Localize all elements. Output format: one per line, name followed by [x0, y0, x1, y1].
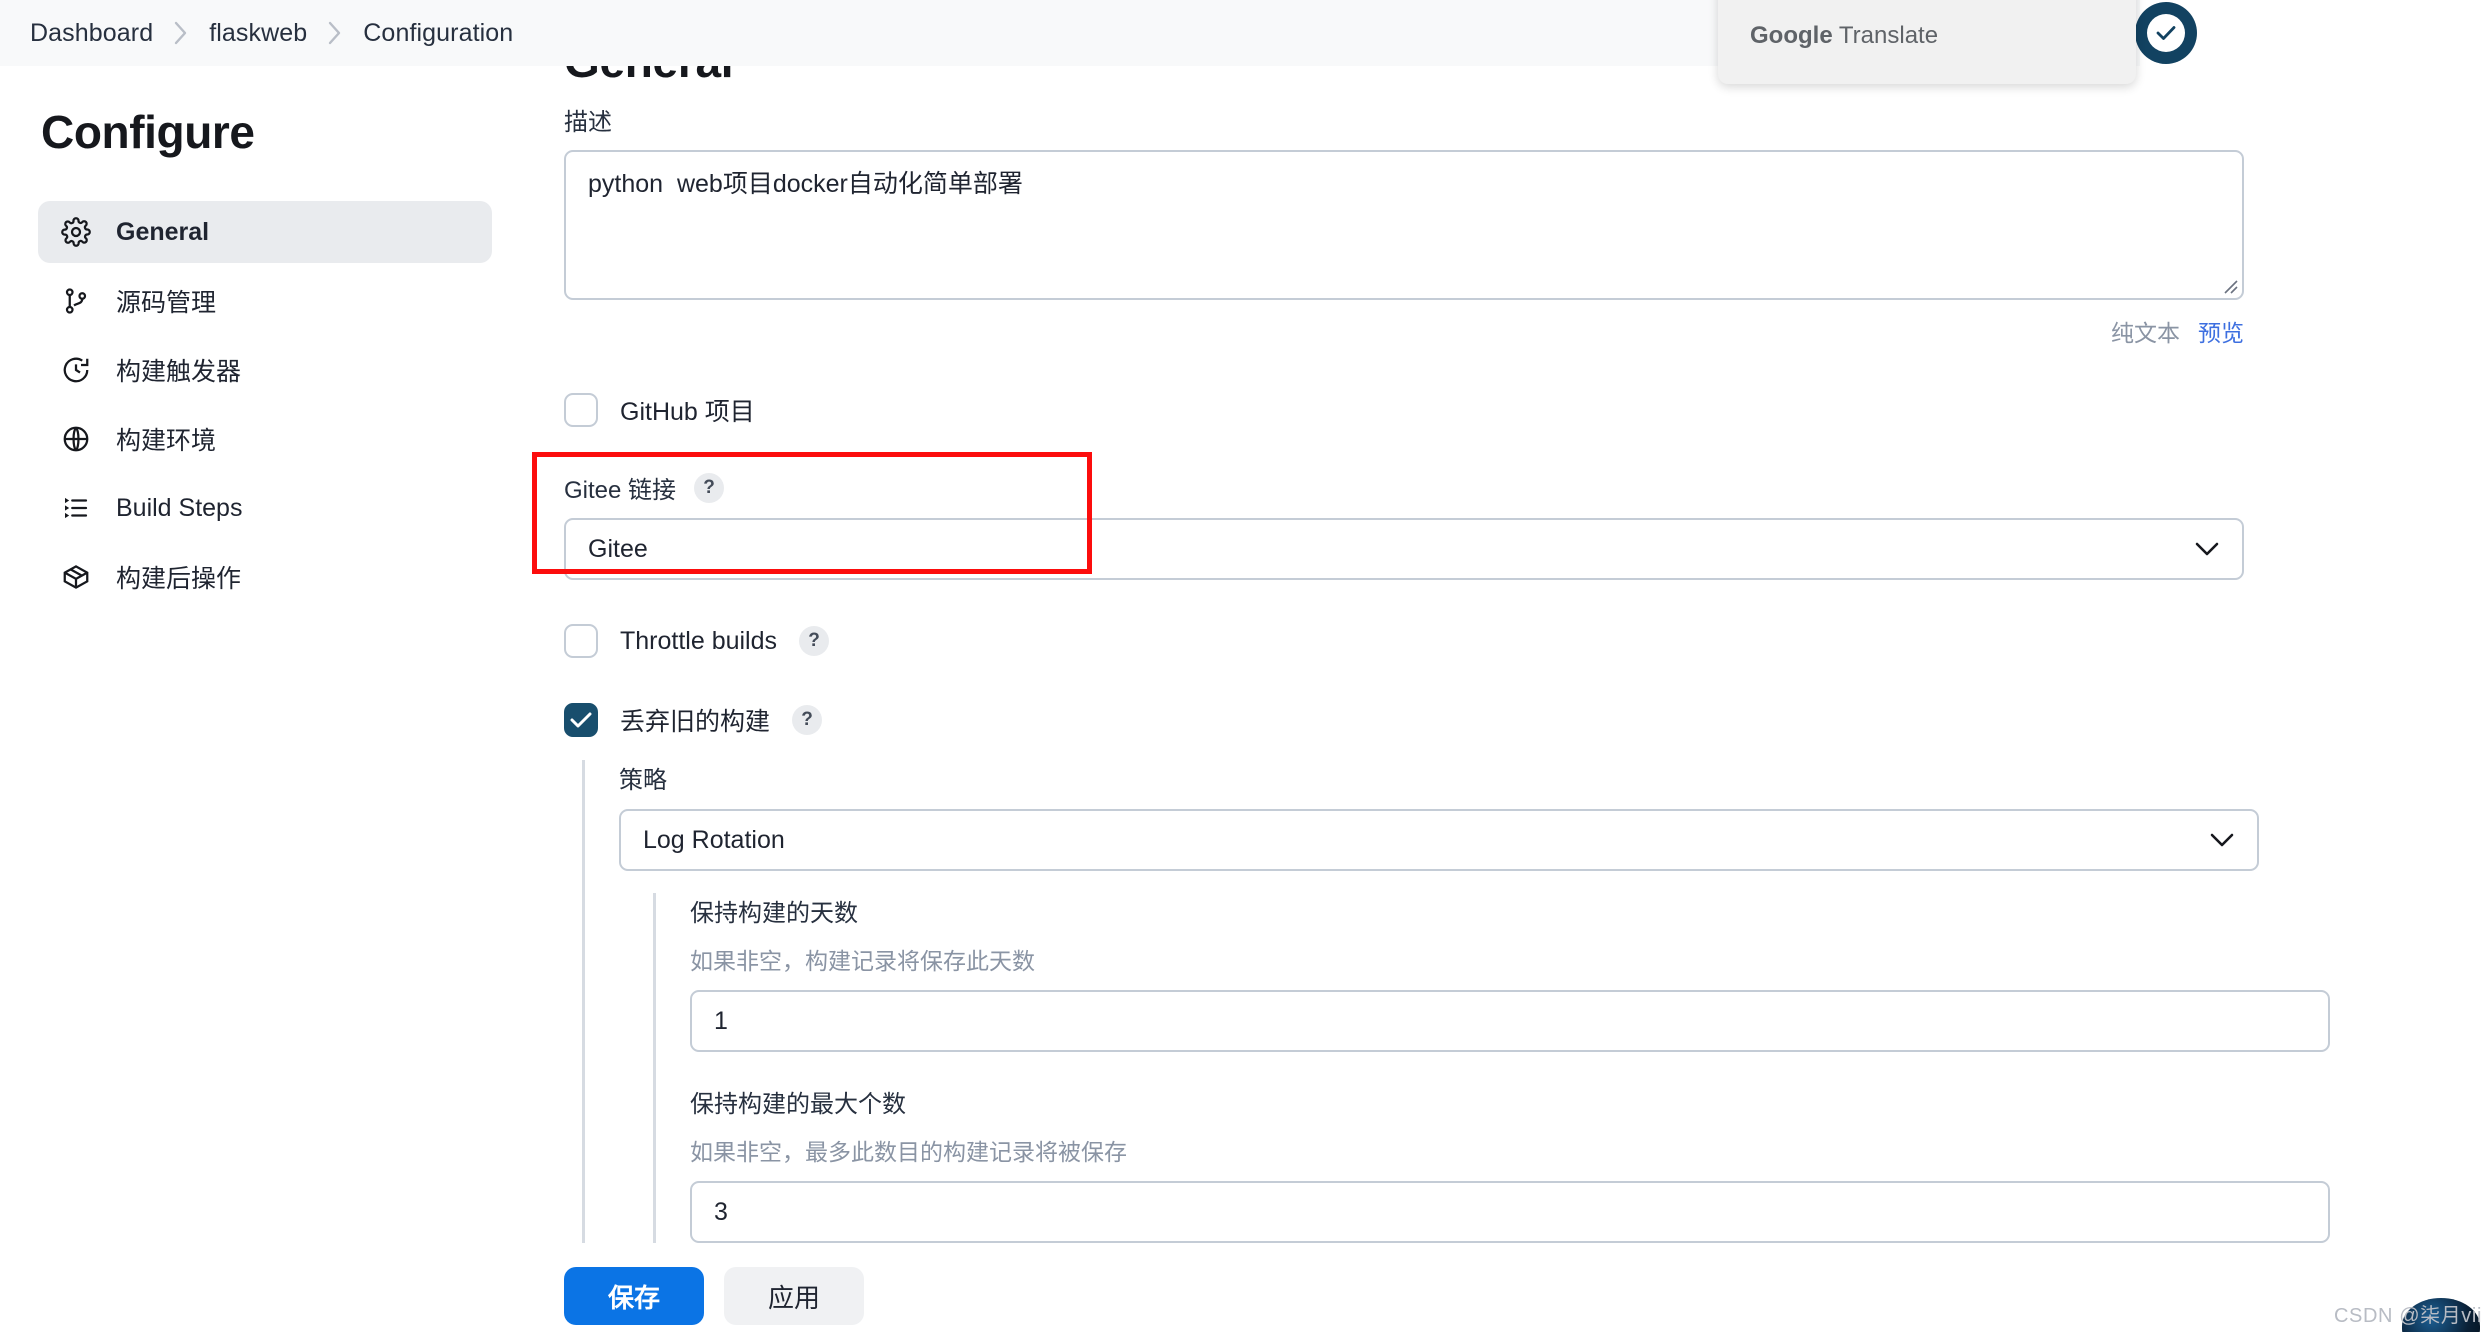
sidebar-item-label: 构建触发器: [116, 358, 242, 386]
discard-old-builds-checkbox[interactable]: [564, 703, 598, 737]
description-field: 描述 纯文本 预览: [564, 102, 2340, 348]
strategy-select[interactable]: Log Rotation: [619, 809, 2259, 871]
sidebar-item-build-steps[interactable]: Build Steps: [38, 477, 492, 539]
preview-link[interactable]: 预览: [2198, 314, 2244, 348]
log-rotation-options: 保持构建的天数 如果非空，构建记录将保存此天数 保持构建的最大个数 如果非空，最…: [653, 893, 2340, 1243]
sidebar-item-build-triggers[interactable]: 构建触发器: [38, 339, 492, 401]
description-textarea-wrapper: [564, 150, 2244, 300]
description-mode-links: 纯文本 预览: [564, 314, 2244, 348]
description-label: 描述: [564, 109, 612, 136]
help-icon[interactable]: ?: [694, 472, 725, 503]
branch-icon: [60, 285, 92, 317]
sidebar-item-general[interactable]: General: [38, 201, 492, 263]
breadcrumb-item-dashboard[interactable]: Dashboard: [30, 19, 153, 48]
page-title: Configure: [41, 106, 255, 158]
google-brand-text: Google: [1750, 22, 1833, 49]
plain-text-label: 纯文本: [2111, 320, 2180, 346]
gitee-link-select[interactable]: Gitee: [564, 518, 2244, 580]
help-icon[interactable]: ?: [792, 705, 823, 735]
max-builds-to-keep-input[interactable]: [690, 1181, 2330, 1243]
list-icon: [60, 492, 92, 524]
github-project-row[interactable]: GitHub 项目: [564, 392, 2340, 428]
google-translate-popup[interactable]: Google Translate: [1718, 0, 2136, 84]
sidebar-item-build-environment[interactable]: 构建环境: [38, 408, 492, 470]
discard-old-builds-label: 丢弃旧的构建: [620, 708, 771, 736]
sidebar-item-label: Build Steps: [116, 493, 243, 522]
strategy-selected-value: Log Rotation: [643, 825, 785, 854]
days-to-keep-label: 保持构建的天数: [690, 900, 858, 927]
sidebar-item-source-code-management[interactable]: 源码管理: [38, 270, 492, 332]
sidebar: Configure General 源码管理 构建触发器 构建环境 Build …: [0, 66, 530, 615]
chevron-right-icon: [327, 20, 343, 46]
days-to-keep-help: 如果非空，构建记录将保存此天数: [690, 948, 1035, 974]
breadcrumb-item-configuration[interactable]: Configuration: [363, 19, 513, 48]
sidebar-item-label: 构建环境: [116, 427, 217, 455]
gitee-link-label: Gitee 链接: [564, 477, 677, 504]
google-translate-label: Google Translate: [1718, 0, 2136, 50]
throttle-builds-label: Throttle builds: [620, 626, 778, 655]
sidebar-item-label: 构建后操作: [116, 565, 242, 593]
clock-icon: [60, 354, 92, 386]
chevron-down-icon: [2194, 541, 2220, 557]
gitee-link-label-row: Gitee 链接 ?: [564, 470, 2340, 505]
package-icon: [60, 561, 92, 593]
sidebar-item-post-build-actions[interactable]: 构建后操作: [38, 546, 492, 608]
github-project-label: GitHub 项目: [620, 398, 755, 426]
github-project-checkbox[interactable]: [564, 393, 598, 427]
throttle-builds-row[interactable]: Throttle builds ?: [564, 624, 2340, 658]
main-panel: General 描述 纯文本 预览 GitHub 项目 Gitee: [530, 0, 2490, 1332]
max-builds-to-keep-label: 保持构建的最大个数: [690, 1091, 906, 1118]
globe-icon: [60, 423, 92, 455]
breadcrumb-item-flaskweb[interactable]: flaskweb: [209, 19, 307, 48]
days-to-keep-input[interactable]: [690, 990, 2330, 1052]
throttle-builds-checkbox[interactable]: [564, 624, 598, 658]
gitee-link-section: Gitee 链接 ? Gitee: [532, 452, 2340, 580]
apply-button[interactable]: 应用: [724, 1267, 864, 1325]
gitee-link-selected-value: Gitee: [588, 534, 648, 563]
discard-old-builds-body: 策略 Log Rotation 保持构建的天数 如果非空，构建记录将保存此天数 …: [582, 760, 2340, 1243]
chevron-down-icon: [2209, 832, 2235, 848]
action-bar: 保存 应用: [530, 1260, 2490, 1332]
watermark-text: CSDN @柒月vii: [2333, 1305, 2482, 1327]
sidebar-item-label: 源码管理: [116, 289, 217, 317]
translate-product-text: Translate: [1832, 22, 1939, 49]
strategy-label: 策略: [619, 767, 667, 794]
status-badge[interactable]: [2135, 2, 2197, 64]
help-icon[interactable]: ?: [799, 626, 830, 656]
sidebar-item-label: General: [116, 217, 210, 246]
description-input[interactable]: [564, 150, 2244, 300]
max-builds-to-keep-help: 如果非空，最多此数目的构建记录将被保存: [690, 1139, 1127, 1165]
configure-page: Dashboard flaskweb Configuration Configu…: [0, 0, 2490, 1332]
chevron-right-icon: [173, 20, 189, 46]
gear-icon: [60, 216, 92, 248]
discard-old-builds-row[interactable]: 丢弃旧的构建 ?: [564, 702, 2340, 738]
check-icon: [2147, 14, 2185, 52]
save-button[interactable]: 保存: [564, 1267, 704, 1325]
